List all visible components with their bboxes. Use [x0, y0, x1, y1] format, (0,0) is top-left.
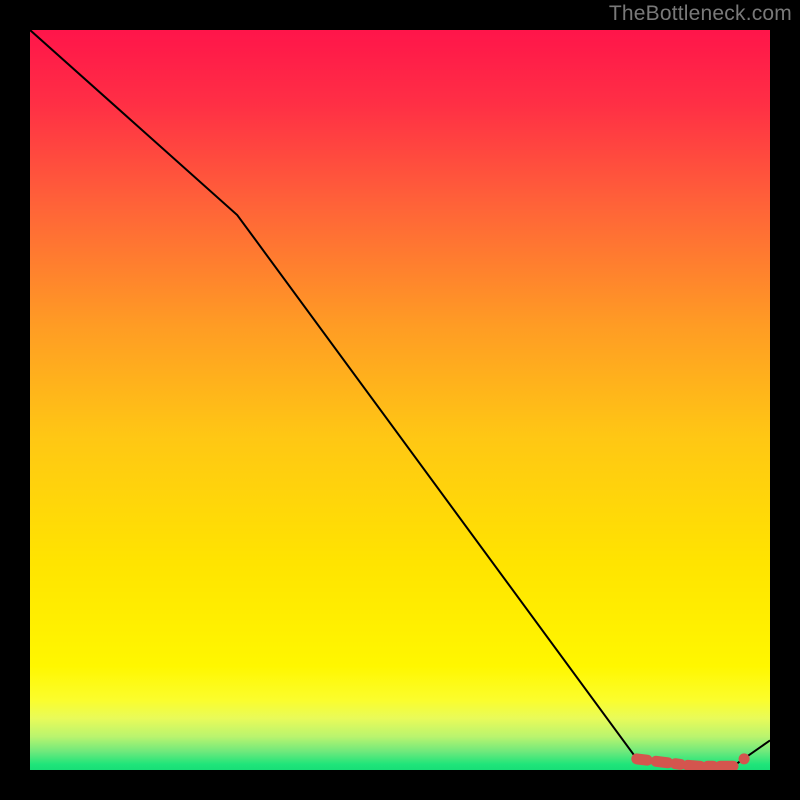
plot-svg: [30, 30, 770, 770]
highlight-point: [739, 753, 750, 764]
gradient-background: [30, 30, 770, 770]
watermark-text: TheBottleneck.com: [609, 2, 792, 26]
chart-container: TheBottleneck.com: [0, 0, 800, 800]
plot-area: [30, 30, 770, 770]
